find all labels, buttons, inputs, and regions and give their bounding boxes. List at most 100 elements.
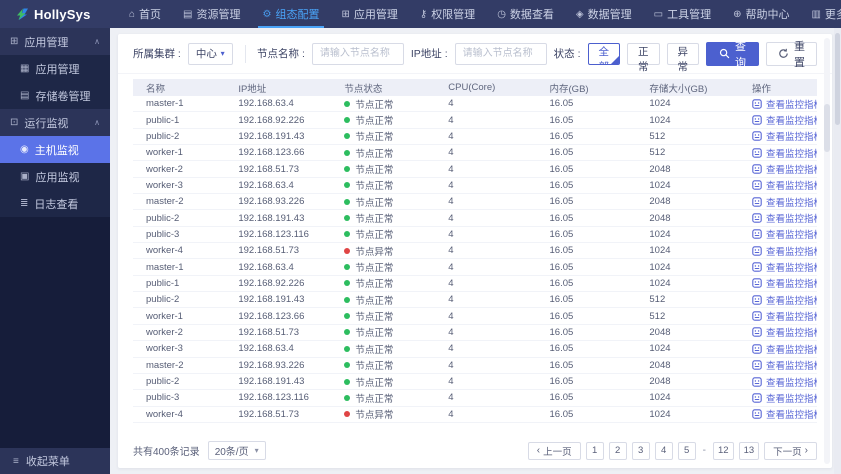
view-metrics-link[interactable]: 查看监控指标 [752,309,817,323]
status-text: 节点正常 [355,214,394,226]
page-scrollbar-track[interactable] [834,28,841,474]
app-window: HollySys ⌂ 首页 ▤ 资源管理 ⚙ 组态配置 ⊞ 应用管理 ⚷ 权限管理 ◷ 数据查看 ◈ 数据… [0,0,841,474]
view-metrics-link[interactable]: 查看监控指标 [752,260,817,274]
status-dot-icon [344,166,351,173]
cell-action: 查看监控指标 [739,178,817,192]
page-button-3[interactable]: 3 [631,441,650,460]
status-text: 节点正常 [355,263,394,275]
nav-item-7[interactable]: ▭ 工具管理 [643,0,722,28]
page-button-12[interactable]: 12 [712,441,734,460]
monitor-icon [752,393,762,403]
nav-item-1[interactable]: ▤ 资源管理 [172,0,251,28]
node-name-input[interactable] [311,42,404,65]
reset-button[interactable]: 重置 [766,41,817,69]
sidebar-item[interactable]: ≣ 日志查看 [0,190,110,217]
sidebar-item[interactable]: ▤ 存储卷管理 [0,82,110,109]
view-metrics-link[interactable]: 查看监控指标 [752,129,817,143]
cell-ip: 192.168.51.73 [238,326,300,338]
status-text: 节点正常 [355,312,394,324]
sidebar-item[interactable]: ▦ 应用管理 [0,55,110,82]
cell-ip: 192.168.63.4 [238,98,294,110]
status-option-1[interactable]: 正常 [627,42,660,73]
status-text: 节点正常 [355,165,394,177]
view-metrics-label: 查看监控指标 [765,214,817,226]
view-metrics-link[interactable]: 查看监控指标 [752,195,817,209]
cluster-select[interactable]: 中心 ▾ [187,42,233,65]
cell-action: 查看监控指标 [739,325,817,339]
view-metrics-link[interactable]: 查看监控指标 [752,97,817,111]
view-metrics-link[interactable]: 查看监控指标 [752,391,817,405]
nav-item-label: 应用管理 [353,9,398,21]
cell-ip: 192.168.191.43 [238,294,305,306]
view-metrics-link[interactable]: 查看监控指标 [752,375,817,389]
sidebar-group-0[interactable]: ⊞ 应用管理 ∧ [0,28,110,55]
nav-item-label: 组态配置 [275,9,320,21]
cell-cpu: 4 [448,277,454,289]
status-option-0[interactable]: 全部状态 [587,42,620,65]
status-label: 状态 : [553,48,581,60]
ip-input[interactable] [454,42,547,65]
cell-storage: 512 [649,294,666,306]
sidebar-item[interactable]: ◉ 主机监视 [0,136,110,163]
nav-item-8[interactable]: ⊕ 帮助中心 [722,0,800,28]
next-page-button[interactable]: 下一页 › [764,441,817,460]
status-text: 节点正常 [355,148,394,160]
page-button-5[interactable]: 5 [677,441,696,460]
nav-item-9[interactable]: ▥更多▾ [800,0,841,28]
page-ellipsis: - [702,445,706,456]
cell-cpu: 4 [448,343,454,355]
nav-item-6[interactable]: ◈ 数据管理 [565,0,643,28]
pagination: ‹ 上一页 1 2 3 4 5-12 13 下一页 › [527,441,817,460]
page-button-4[interactable]: 4 [654,441,673,460]
card-scrollbar-track[interactable] [824,38,830,464]
prev-page-button[interactable]: ‹ 上一页 [527,441,581,460]
host-monitor-icon: ◉ [20,144,29,155]
nav-item-5[interactable]: ◷ 数据查看 [486,0,565,28]
status-option-2[interactable]: 异常 [666,42,699,73]
search-button[interactable]: 查询 [706,41,759,69]
view-metrics-link[interactable]: 查看监控指标 [752,113,817,127]
page-size-select[interactable]: 20条/页 ▾ [207,441,266,460]
nav-item-3[interactable]: ⊞ 应用管理 [330,0,408,28]
status-dot-icon [344,133,351,140]
view-metrics-link[interactable]: 查看监控指标 [752,325,817,339]
view-metrics-link[interactable]: 查看监控指标 [752,358,817,372]
nav-item-4[interactable]: ⚷ 权限管理 [409,0,486,28]
cell-name: public-2 [146,212,180,224]
sidebar-group-1[interactable]: ⊡ 运行监视 ∧ [0,109,110,136]
cell-status: 节点异常 [331,244,435,258]
cell-status: 节点正常 [331,97,435,111]
view-metrics-link[interactable]: 查看监控指标 [752,244,817,258]
monitor-icon [752,278,762,289]
view-metrics-link[interactable]: 查看监控指标 [752,211,817,225]
collapse-menu-button[interactable]: ≡ 收起菜单 [0,448,110,474]
cell-memory: 16.05 [549,196,574,208]
view-metrics-link[interactable]: 查看监控指标 [752,293,817,307]
view-metrics-link[interactable]: 查看监控指标 [752,342,817,356]
monitor-icon [752,115,762,125]
card-scrollbar-thumb[interactable] [824,104,830,152]
nav-item-2[interactable]: ⚙ 组态配置 [252,0,331,28]
next-page-label: 下一页 [773,446,802,458]
sidebar-item[interactable]: ▣ 应用监视 [0,163,110,190]
view-metrics-link[interactable]: 查看监控指标 [752,178,817,192]
page-button-1[interactable]: 1 [585,441,604,460]
view-metrics-link[interactable]: 查看监控指标 [752,146,817,160]
cell-cpu: 4 [448,376,454,388]
page-button-2[interactable]: 2 [608,441,627,460]
cell-cpu: 4 [448,326,454,338]
cell-storage: 1024 [649,98,671,110]
page-button-13[interactable]: 13 [738,441,760,460]
view-metrics-link[interactable]: 查看监控指标 [752,276,817,290]
cell-cpu: 4 [448,245,454,257]
view-metrics-link[interactable]: 查看监控指标 [752,407,817,421]
page-scrollbar-thumb[interactable] [835,33,840,125]
view-metrics-link[interactable]: 查看监控指标 [752,162,817,176]
cell-storage: 1024 [649,228,671,240]
nav-item-0[interactable]: ⌂ 首页 [118,0,172,28]
monitor-icon [752,164,762,174]
cell-status: 节点正常 [331,113,435,127]
cell-status: 节点正常 [331,276,435,290]
view-metrics-link[interactable]: 查看监控指标 [752,227,817,241]
cell-cpu: 4 [448,212,454,224]
